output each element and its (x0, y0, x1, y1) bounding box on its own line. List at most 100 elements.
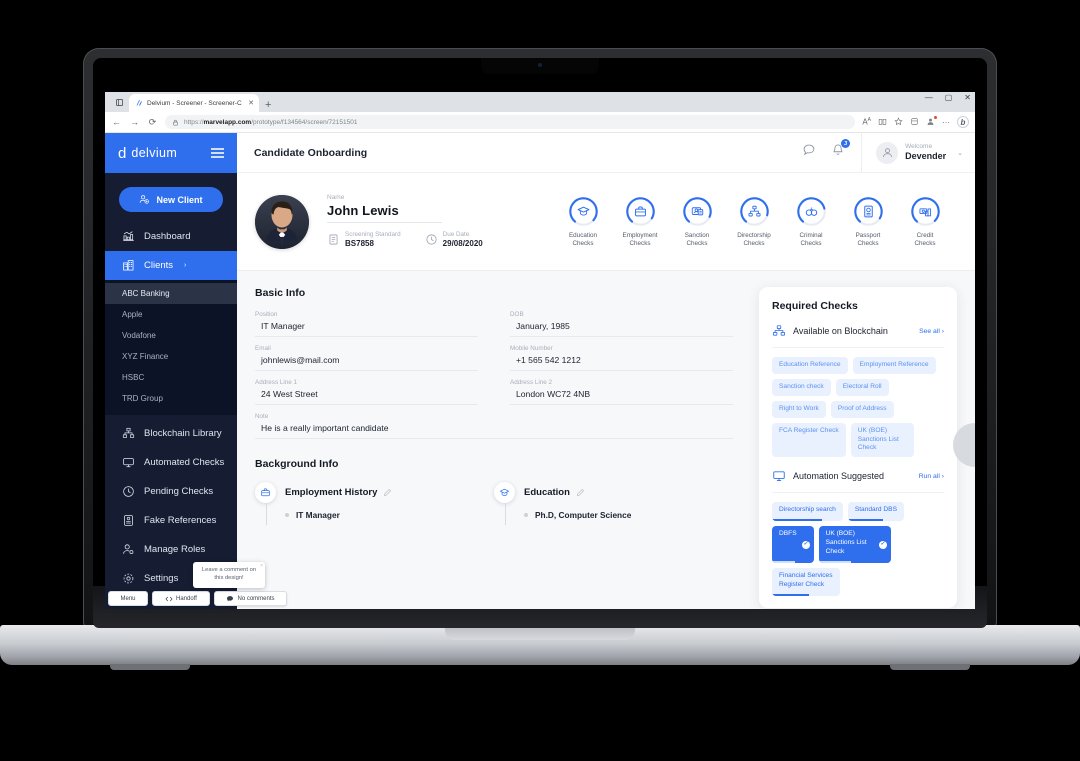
marvel-comments-button[interactable]: No comments (214, 591, 287, 606)
sidebar-item-pending-checks[interactable]: Pending Checks (105, 477, 237, 506)
browser-tabstrip: Delvium - Screener - Screener-C ✕ + — ▢ … (105, 92, 975, 112)
laptop-lid: Delvium - Screener - Screener-C ✕ + — ▢ … (83, 48, 997, 628)
minimize-button[interactable]: — (925, 94, 933, 102)
field-value[interactable]: He is a really important candidate (255, 423, 733, 439)
new-tab-button[interactable]: + (265, 99, 271, 111)
brand-logo[interactable]: d delvium (118, 146, 177, 161)
sidebar-item-fake-references[interactable]: Fake References (105, 506, 237, 535)
field-value[interactable]: +1 565 542 1212 (510, 355, 733, 371)
screenshot-stage: Delvium - Screener - Screener-C ✕ + — ▢ … (0, 0, 1080, 761)
blockchain-chip[interactable]: Proof of Address (830, 400, 894, 418)
sidebar-client-apple[interactable]: Apple (105, 304, 237, 325)
read-aloud-icon[interactable]: AA (862, 117, 871, 127)
org-chart-icon (739, 196, 770, 227)
field-value[interactable]: 24 West Street (255, 389, 478, 405)
edit-icon[interactable] (576, 488, 585, 497)
automation-chip[interactable]: Financial Services Register Check (772, 567, 840, 596)
check-circle-directorship[interactable]: Directorship Checks (730, 196, 778, 248)
marvel-menu-button[interactable]: Menu (108, 591, 148, 606)
new-client-button[interactable]: New Client (119, 187, 223, 212)
automation-chip[interactable]: Directorship search (772, 502, 843, 522)
bing-chat-icon[interactable]: b (957, 116, 969, 128)
automation-chip-progress (772, 593, 810, 596)
check-mark-icon: ✓ (801, 540, 810, 549)
chat-icon[interactable] (802, 143, 816, 162)
blockchain-chip[interactable]: Employment Reference (852, 357, 936, 374)
screen-content: Delvium - Screener - Screener-C ✕ + — ▢ … (105, 92, 975, 609)
browser-tab[interactable]: Delvium - Screener - Screener-C ✕ (129, 94, 259, 112)
blockchain-icon (122, 427, 135, 438)
check-circle-sanction[interactable]: Sanction Checks (673, 196, 721, 248)
check-circle-passport[interactable]: Passport Checks (844, 196, 892, 248)
sidebar-item-dashboard[interactable]: Dashboard (105, 222, 237, 251)
blockchain-chip[interactable]: Education Reference (772, 357, 848, 374)
sidebar-item-automated-checks[interactable]: Automated Checks (105, 448, 237, 477)
check-circles-row: Education Checks Employment Checks Sanction C… (559, 196, 957, 248)
hamburger-icon[interactable] (211, 148, 224, 158)
check-circle-employment[interactable]: Employment Checks (616, 196, 664, 248)
check-circle-education[interactable]: Education Checks (559, 196, 607, 248)
tooltip-close-icon[interactable]: × (260, 563, 263, 570)
sidebar-client-vodafone[interactable]: Vodafone (105, 325, 237, 346)
automation-chip[interactable]: DBFS ✓ (772, 526, 814, 563)
blockchain-chip[interactable]: Electoral Roll (835, 378, 889, 396)
field-value[interactable]: johnlewis@mail.com (255, 355, 478, 371)
comment-icon (227, 595, 234, 601)
edit-icon[interactable] (383, 488, 392, 497)
sidebar-client-xyz-finance[interactable]: XYZ Finance (105, 346, 237, 367)
field-value[interactable]: IT Manager (255, 321, 478, 337)
marvel-handoff-button[interactable]: Handoff (152, 591, 210, 606)
sidebar-client-abc-banking[interactable]: ABC Banking (105, 283, 237, 304)
blockchain-chip[interactable]: UK (BOE) Sanctions List Check (850, 422, 914, 458)
reload-button[interactable]: ⟳ (147, 117, 158, 128)
required-checks-panel: Required Checks Available on Blockchain … (759, 287, 957, 608)
graduation-cap-icon (494, 482, 515, 525)
immersive-reader-icon[interactable] (878, 117, 887, 128)
field-address-line-2: Address Line 2 London WC72 4NB (510, 379, 733, 408)
check-circle-credit[interactable]: Credit Checks (901, 196, 949, 248)
sidebar-item-manage-roles[interactable]: Manage Roles (105, 535, 237, 564)
automation-chip[interactable]: Standard DBS (847, 502, 904, 522)
sidebar-item-clients[interactable]: Clients › (105, 251, 237, 280)
sidebar-item-blockchain-library[interactable]: Blockchain Library (105, 419, 237, 448)
avatar (876, 141, 899, 164)
sidebar-client-hsbc[interactable]: HSBC (105, 367, 237, 388)
main-area: Candidate Onboarding 3 Welcome Devender … (237, 133, 975, 609)
profile-icon[interactable] (926, 115, 937, 128)
field-address-line-1: Address Line 1 24 West Street (255, 379, 478, 408)
laptop-base (0, 625, 1080, 670)
sidebar-client-trd-group[interactable]: TRD Group (105, 388, 237, 409)
blockchain-chip[interactable]: Sanction check (772, 378, 831, 396)
back-button[interactable]: ← (111, 117, 122, 127)
user-menu[interactable]: Welcome Devender ⌄ (861, 133, 975, 172)
bell-icon[interactable]: 3 (831, 139, 851, 162)
field-value[interactable]: January, 1985 (510, 321, 733, 337)
favorite-icon[interactable] (894, 116, 903, 128)
employment-history-heading: Employment History (285, 487, 378, 498)
check-label-line2: Checks (914, 239, 936, 247)
automation-chip[interactable]: UK (BOE) Sanctions List Check ✓ (818, 526, 891, 563)
automation-chips: Directorship search Standard DBS DBFS ✓ UK (… (772, 493, 944, 596)
check-circle-label: Employment Checks (623, 232, 658, 248)
run-all-link[interactable]: Run all › (919, 473, 944, 480)
welcome-label: Welcome (905, 143, 933, 151)
close-window-button[interactable]: ✕ (964, 94, 971, 102)
forward-button[interactable]: → (129, 117, 140, 127)
address-bar[interactable]: https://marvelapp.com/prototype/f134564/… (165, 115, 856, 129)
tab-search-icon[interactable] (111, 94, 127, 110)
user-settings-icon (123, 544, 134, 555)
blockchain-chip[interactable]: Right to Work (772, 400, 826, 418)
more-options-icon[interactable]: ··· (942, 118, 950, 127)
tab-close-icon[interactable]: ✕ (248, 99, 254, 107)
chevron-down-icon[interactable]: ⌄ (957, 149, 963, 157)
education-body: Education Ph.D, Computer Science (524, 482, 733, 520)
collections-icon[interactable] (910, 117, 919, 128)
blockchain-chip[interactable]: FCA Register Check (772, 422, 846, 458)
webcam-icon (538, 63, 542, 67)
maximize-button[interactable]: ▢ (945, 94, 953, 102)
see-all-link[interactable]: See all › (919, 328, 944, 335)
blockchain-heading: Available on Blockchain (793, 326, 888, 336)
check-circle-criminal[interactable]: Criminal Checks (787, 196, 835, 248)
field-value[interactable]: London WC72 4NB (510, 389, 733, 405)
bullet-dot (524, 513, 528, 517)
